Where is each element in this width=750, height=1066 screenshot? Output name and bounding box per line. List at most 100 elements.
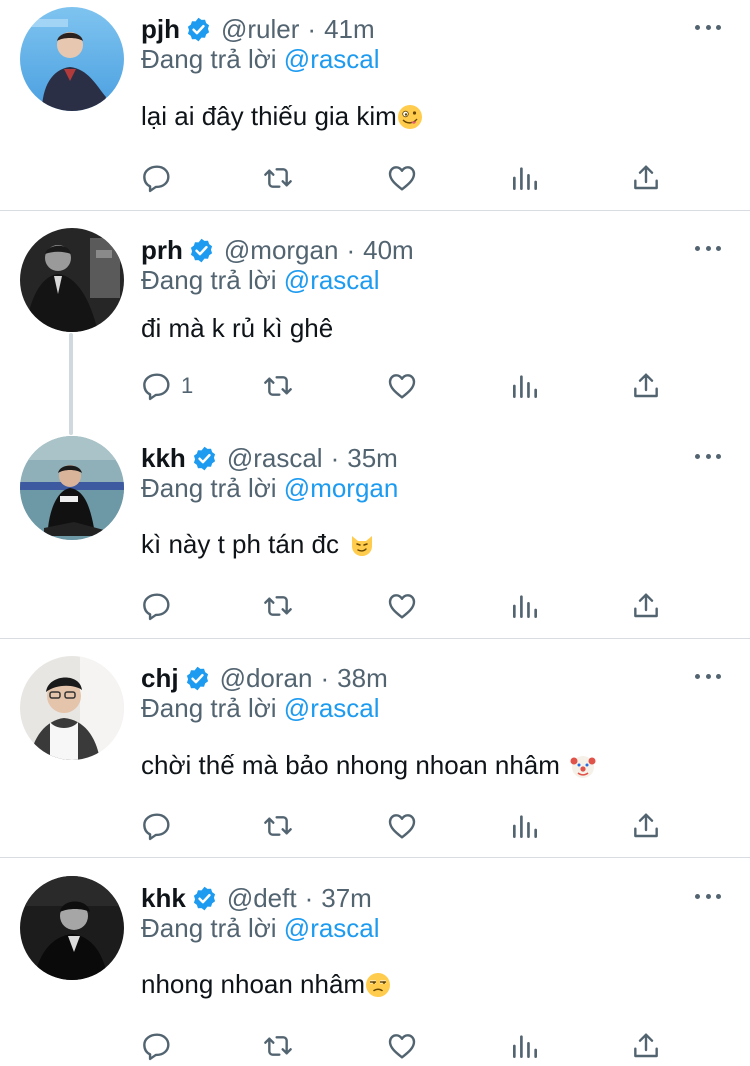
more-icon[interactable]: [695, 443, 721, 469]
views-button[interactable]: [509, 1029, 541, 1063]
more-icon[interactable]: [695, 14, 721, 40]
separator-dot: ·: [346, 234, 356, 265]
zany-face-emoji-icon: [397, 104, 422, 129]
analytics-icon: [509, 162, 541, 194]
tweet-text: đi mà k rủ kì ghê: [141, 313, 333, 344]
smirk-cat-emoji-icon: [352, 535, 373, 556]
views-button[interactable]: [509, 369, 541, 403]
verified-badge-icon: [185, 16, 212, 43]
tweet-header: khk @deft · 37m: [141, 880, 372, 916]
retweet-button[interactable]: [262, 1029, 294, 1063]
share-button[interactable]: [630, 369, 662, 403]
display-name[interactable]: prh: [141, 235, 183, 266]
reply-button[interactable]: [141, 589, 181, 623]
heart-icon: [386, 590, 418, 622]
tweet[interactable]: chj @doran · 38m Đang trả lời @rascal ch…: [0, 649, 750, 857]
tweet[interactable]: pjh @ruler · 41m Đang trả lời @rascal lạ…: [0, 0, 750, 210]
tweet[interactable]: khk @deft · 37m Đang trả lời @rascal nho…: [0, 869, 750, 1066]
share-button[interactable]: [630, 589, 662, 623]
display-name[interactable]: kkh: [141, 443, 186, 474]
heart-icon: [386, 810, 418, 842]
retweet-button[interactable]: [262, 589, 294, 623]
reply-count: 1: [181, 373, 194, 398]
analytics-icon: [509, 1030, 541, 1062]
like-button[interactable]: [386, 809, 418, 843]
avatar[interactable]: [20, 656, 124, 760]
timestamp[interactable]: 35m: [347, 443, 398, 474]
reply-button[interactable]: [141, 1029, 181, 1063]
username[interactable]: @rascal: [227, 443, 323, 474]
heart-icon: [386, 162, 418, 194]
more-icon[interactable]: [695, 663, 721, 689]
tweet[interactable]: kkh @rascal · 35m Đang trả lời @morgan k…: [0, 429, 750, 638]
replying-to: Đang trả lời @rascal: [141, 265, 380, 296]
username[interactable]: @doran: [220, 663, 313, 694]
share-button[interactable]: [630, 161, 662, 195]
tweet-actions: [141, 809, 701, 843]
tweet[interactable]: prh @morgan · 40m Đang trả lời @rascal đ…: [0, 221, 750, 421]
avatar[interactable]: [20, 228, 124, 332]
more-icon[interactable]: [695, 883, 721, 909]
tweet-text-content: kì này t ph tán đc: [141, 529, 340, 559]
analytics-icon: [509, 810, 541, 842]
mention-link[interactable]: @rascal: [284, 44, 380, 74]
views-button[interactable]: [509, 589, 541, 623]
reply-button[interactable]: [141, 161, 181, 195]
views-button[interactable]: [509, 161, 541, 195]
verified-badge-icon: [184, 665, 211, 692]
like-button[interactable]: [386, 589, 418, 623]
username[interactable]: @morgan: [224, 235, 339, 266]
share-button[interactable]: [630, 809, 662, 843]
retweet-button[interactable]: [262, 161, 294, 195]
display-name[interactable]: chj: [141, 663, 179, 694]
share-icon: [630, 162, 662, 194]
mention-link[interactable]: @rascal: [284, 913, 380, 943]
like-button[interactable]: [386, 369, 418, 403]
mention-link[interactable]: @rascal: [284, 693, 380, 723]
display-name[interactable]: khk: [141, 883, 186, 914]
share-button[interactable]: [630, 1029, 662, 1063]
retweet-button[interactable]: [262, 809, 294, 843]
reply-button[interactable]: 1: [141, 369, 193, 403]
verified-badge-icon: [188, 237, 215, 264]
separator-dot: ·: [320, 662, 330, 693]
like-button[interactable]: [386, 161, 418, 195]
tweet-actions: 1: [141, 369, 701, 403]
timestamp[interactable]: 41m: [324, 14, 375, 45]
avatar[interactable]: [20, 7, 124, 111]
replying-to-label: Đang trả lời: [141, 265, 277, 295]
like-button[interactable]: [386, 1029, 418, 1063]
verified-badge-icon: [191, 445, 218, 472]
replying-to: Đang trả lời @morgan: [141, 473, 398, 504]
tweet-text: nhong nhoan nhâm: [141, 969, 391, 1000]
share-icon: [630, 590, 662, 622]
reply-button[interactable]: [141, 809, 181, 843]
mention-link[interactable]: @morgan: [284, 473, 399, 503]
display-name[interactable]: pjh: [141, 14, 180, 45]
heart-icon: [386, 370, 418, 402]
mention-link[interactable]: @rascal: [284, 265, 380, 295]
replying-to-label: Đang trả lời: [141, 473, 277, 503]
tweet-text-content: nhong nhoan nhâm: [141, 969, 366, 999]
tweet-text: lại ai đây thiếu gia kim: [141, 101, 423, 132]
replying-to-label: Đang trả lời: [141, 913, 277, 943]
more-icon[interactable]: [695, 235, 721, 261]
views-button[interactable]: [509, 809, 541, 843]
replying-to: Đang trả lời @rascal: [141, 913, 380, 944]
reply-icon: [141, 162, 173, 194]
retweet-icon: [262, 162, 294, 194]
timestamp[interactable]: 40m: [363, 235, 414, 266]
replying-to-label: Đang trả lời: [141, 693, 277, 723]
timestamp[interactable]: 38m: [337, 663, 388, 694]
retweet-button[interactable]: [262, 369, 294, 403]
tweet-header: kkh @rascal · 35m: [141, 440, 398, 476]
username[interactable]: @deft: [227, 883, 297, 914]
timestamp[interactable]: 37m: [321, 883, 372, 914]
unamused-face-emoji-icon: [366, 972, 391, 997]
avatar[interactable]: [20, 436, 124, 540]
divider: [0, 638, 750, 639]
retweet-icon: [262, 590, 294, 622]
avatar[interactable]: [20, 876, 124, 980]
username[interactable]: @ruler: [221, 14, 299, 45]
reply-icon: [141, 810, 173, 842]
